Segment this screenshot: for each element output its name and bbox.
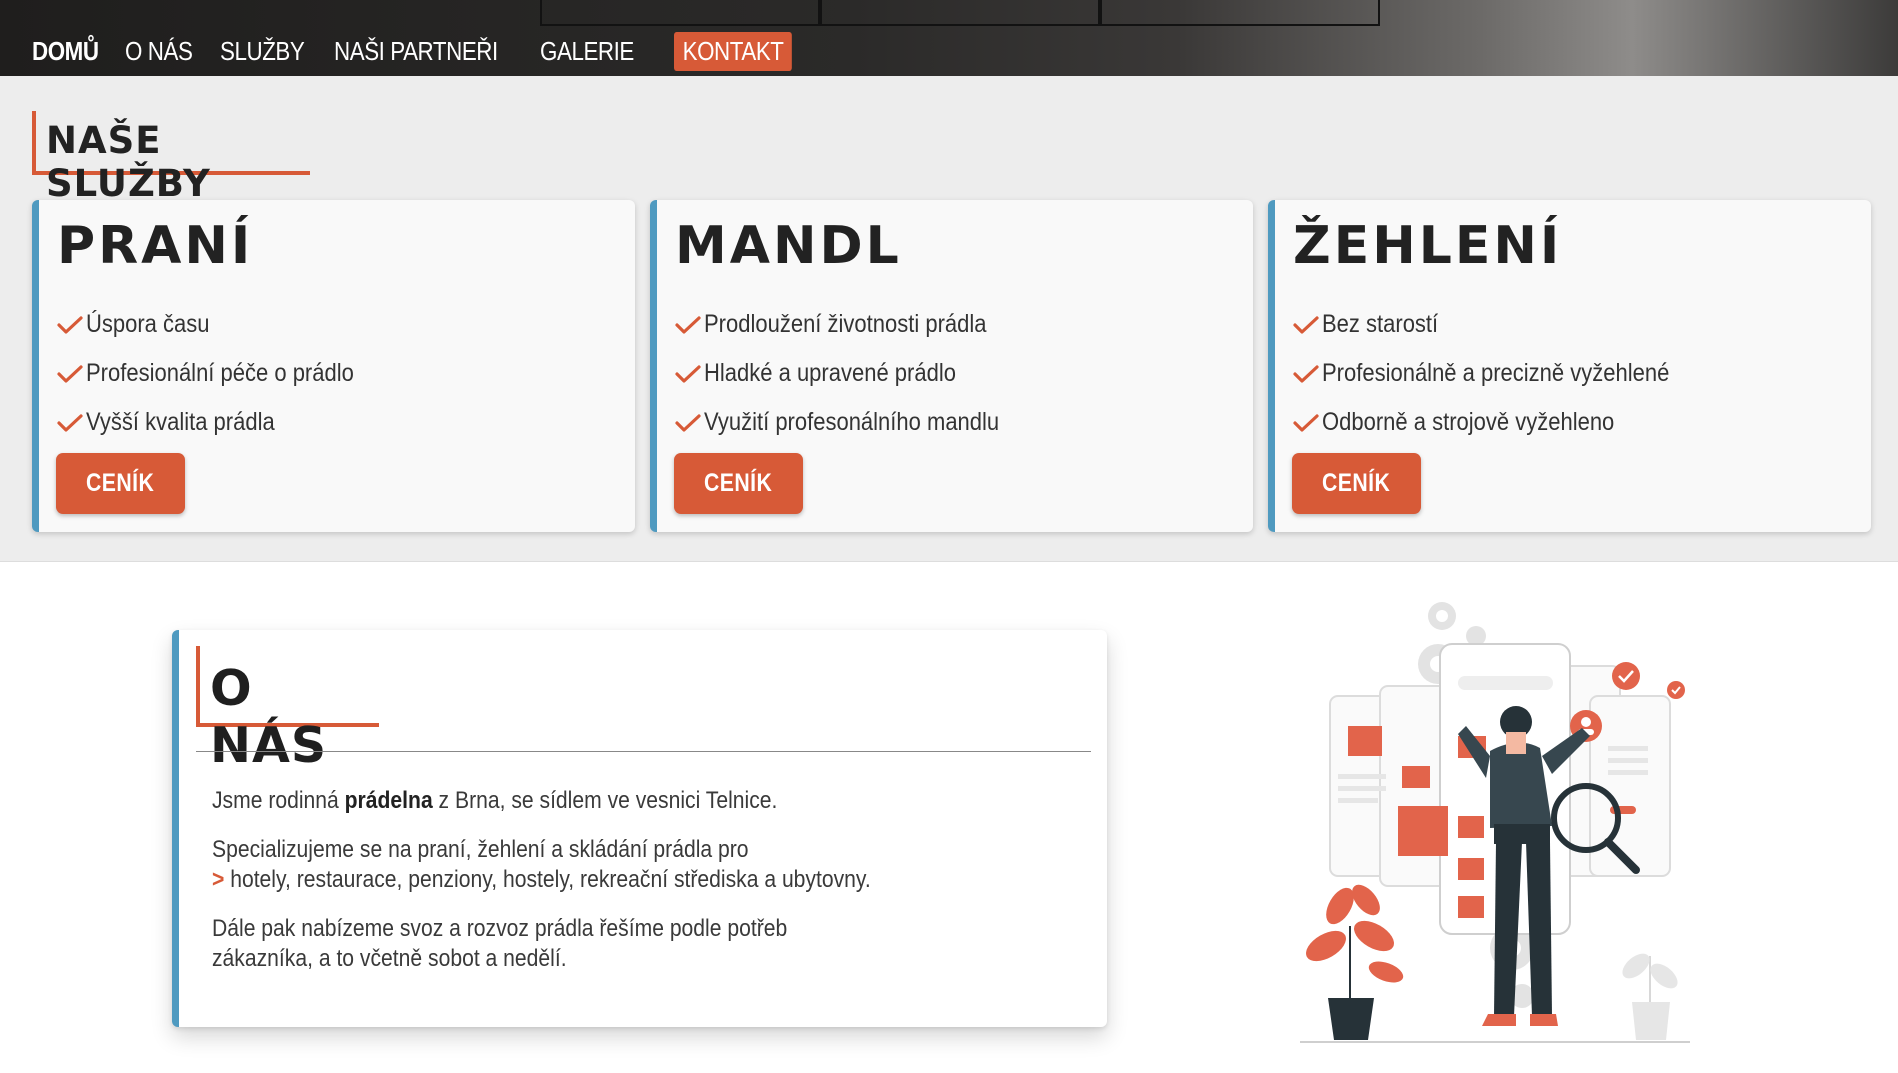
- feature-item: Prodloužení životnosti prádla: [675, 300, 1039, 349]
- feature-item: Profesionálně a precizně vyžehlené: [1293, 349, 1717, 398]
- check-icon: [675, 413, 701, 432]
- service-title: MANDL: [675, 216, 902, 276]
- header-background-decor: [540, 0, 820, 26]
- text-fragment: hotely, restaurace, penziony, hostely, r…: [224, 866, 871, 893]
- price-list-button[interactable]: CENÍK: [1292, 453, 1421, 514]
- nav-link-about[interactable]: O NÁS: [125, 36, 193, 67]
- button-label: CENÍK: [704, 469, 773, 497]
- header-background-decor: [1100, 0, 1380, 26]
- top-navigation: DOMŮ O NÁS SLUŽBY NAŠI PARTNEŘI GALERIE …: [0, 0, 1898, 76]
- feature-text: Úspora času: [86, 310, 210, 338]
- highlighted-word: prádelna: [344, 787, 433, 814]
- about-heading: O NÁS: [196, 646, 379, 774]
- about-section: O NÁS Jsme rodinná prádelna z Brna, se s…: [172, 630, 1107, 1027]
- text-fragment: Jsme rodinná: [212, 787, 345, 814]
- feature-list: Úspora času Profesionální péče o prádlo …: [57, 300, 390, 447]
- price-list-button[interactable]: CENÍK: [674, 453, 803, 514]
- nav-link-gallery[interactable]: GALERIE: [540, 36, 634, 67]
- about-paragraph: Jsme rodinná prádelna z Brna, se sídlem …: [212, 786, 1057, 816]
- check-icon: [57, 315, 83, 334]
- feature-text: Profesionální péče o prádlo: [86, 359, 354, 387]
- feature-item: Hladké a upravené prádlo: [675, 349, 1039, 398]
- text-fragment: Specializujeme se na praní, žehlení a sk…: [212, 836, 749, 863]
- feature-text: Odborně a strojově vyžehleno: [1322, 408, 1615, 436]
- feature-item: Odborně a strojově vyžehleno: [1293, 398, 1717, 447]
- nav-link-services[interactable]: SLUŽBY: [220, 36, 305, 67]
- check-icon: [57, 413, 83, 432]
- about-paragraph: Specializujeme se na praní, žehlení a sk…: [212, 835, 1057, 895]
- check-icon: [1293, 364, 1319, 383]
- feature-text: Bez starostí: [1322, 310, 1439, 338]
- feature-list: Bez starostí Profesionálně a precizně vy…: [1293, 300, 1717, 447]
- check-badge-icon: [1612, 662, 1640, 690]
- feature-text: Prodloužení životnosti prádla: [704, 310, 987, 338]
- feature-item: Úspora času: [57, 300, 390, 349]
- arrow-icon: >: [212, 866, 225, 893]
- about-paragraph: Dále pak nabízeme svoz a rozvoz prádla ř…: [212, 915, 788, 972]
- feature-text: Hladké a upravené prádlo: [704, 359, 956, 387]
- button-label: CENÍK: [1322, 469, 1391, 497]
- divider: [196, 751, 1091, 752]
- services-heading: NAŠE SLUŽBY: [32, 111, 310, 205]
- nav-link-home[interactable]: DOMŮ: [32, 36, 99, 67]
- check-icon: [57, 364, 83, 383]
- service-card-mangle: MANDL Prodloužení životnosti prádla Hlad…: [650, 200, 1253, 532]
- service-card-ironing: ŽEHLENÍ Bez starostí Profesionálně a pre…: [1268, 200, 1871, 532]
- check-icon: [675, 315, 701, 334]
- service-card-washing: PRANÍ Úspora času Profesionální péče o p…: [32, 200, 635, 532]
- about-text: Jsme rodinná prádelna z Brna, se sídlem …: [212, 786, 1052, 993]
- price-list-button[interactable]: CENÍK: [56, 453, 185, 514]
- header-background-decor: [820, 0, 1100, 26]
- service-title: PRANÍ: [57, 216, 254, 276]
- feature-list: Prodloužení životnosti prádla Hladké a u…: [675, 300, 1039, 447]
- service-title: ŽEHLENÍ: [1293, 216, 1563, 276]
- feature-text: Profesionálně a precizně vyžehlené: [1322, 359, 1670, 387]
- main-menu: DOMŮ O NÁS SLUŽBY NAŠI PARTNEŘI GALERIE …: [32, 28, 811, 74]
- check-icon: [1293, 413, 1319, 432]
- button-label: CENÍK: [86, 469, 155, 497]
- check-icon: [675, 364, 701, 383]
- nav-link-partners[interactable]: NAŠI PARTNEŘI: [334, 36, 498, 67]
- services-section: NAŠE SLUŽBY PRANÍ Úspora času Profesioná…: [0, 76, 1898, 562]
- feature-item: Profesionální péče o prádlo: [57, 349, 390, 398]
- text-fragment: z Brna, se sídlem ve vesnici Telnice.: [432, 787, 778, 814]
- nav-link-contact[interactable]: KONTAKT: [673, 31, 792, 71]
- feature-item: Vyšší kvalita prádla: [57, 398, 390, 447]
- feature-item: Bez starostí: [1293, 300, 1717, 349]
- feature-text: Vyšší kvalita prádla: [86, 408, 275, 436]
- person-with-app-illustration: [1300, 602, 1690, 1043]
- feature-text: Využití profesonálního mandlu: [704, 408, 1000, 436]
- check-icon: [1293, 315, 1319, 334]
- feature-item: Využití profesonálního mandlu: [675, 398, 1039, 447]
